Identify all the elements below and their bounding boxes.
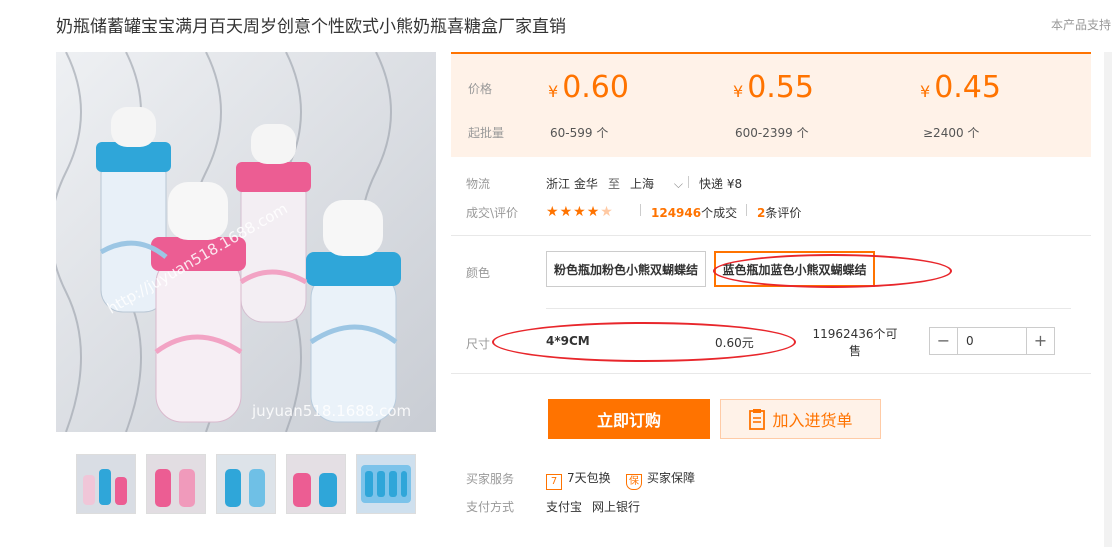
section-divider	[546, 308, 1071, 309]
divider	[688, 176, 689, 188]
currency-symbol: ¥	[733, 82, 744, 101]
clipboard-icon	[749, 409, 766, 430]
color-option-label: 粉色瓶加粉色小熊双蝴蝶结	[553, 262, 698, 277]
star-half-icon: ★	[600, 204, 614, 220]
services-label: 买家服务	[466, 472, 515, 486]
section-divider	[451, 235, 1091, 236]
size-label: 尺寸	[466, 337, 491, 351]
main-product-image[interactable]: http://juyuan518.1688.com juyuan518.1688…	[56, 52, 436, 432]
color-label: 颜色	[466, 266, 491, 280]
product-title: 奶瓶储蓄罐宝宝满月百天周岁创意个性欧式小熊奶瓶喜糖盒厂家直销	[56, 17, 566, 37]
star-icon: ★	[546, 204, 560, 220]
review-count-suffix: 条评价	[765, 206, 802, 220]
ship-to-value: 上海	[630, 177, 655, 191]
price-box: 价格 起批量 ¥0.60 60-599 个 ¥0.55 600-2399 个 ¥…	[451, 54, 1091, 157]
deal-count-suffix: 个成交	[701, 206, 738, 220]
thumbnail-1[interactable]	[76, 454, 136, 514]
price-tier-2: ¥0.55	[733, 70, 814, 105]
plus-button[interactable]: +	[1027, 328, 1054, 354]
payment-method: 网上银行	[592, 500, 641, 514]
product-photo-illustration	[56, 52, 436, 432]
chevron-down-icon: ⌵	[673, 177, 683, 191]
service-item[interactable]: 7 7天包换	[546, 469, 611, 490]
qty-range-1: 60-599 个	[550, 126, 609, 140]
page-scrollbar[interactable]	[1104, 52, 1112, 547]
star-icon: ★	[559, 204, 574, 220]
thumbnail-3[interactable]	[216, 454, 276, 514]
rating-stars: ★★★★★	[546, 201, 614, 220]
currency-symbol: ¥	[548, 82, 559, 101]
thumbnail-image	[77, 455, 135, 513]
star-icon: ★	[586, 204, 601, 220]
quantity-input[interactable]: 0	[957, 328, 1027, 354]
buyer-protection-icon: 保	[626, 474, 642, 490]
currency-symbol: ¥	[920, 82, 931, 101]
service-item[interactable]: 保买家保障	[626, 469, 695, 490]
thumbnail-image	[217, 455, 275, 513]
price-value: 0.60	[562, 70, 629, 105]
thumbnail-5[interactable]	[356, 454, 416, 514]
thumbnail-4[interactable]	[286, 454, 346, 514]
side-note: 本产品支持	[1051, 18, 1112, 32]
review-count[interactable]: 2条评价	[757, 204, 801, 221]
service-label: 买家保障	[647, 471, 696, 485]
thumbnail-2[interactable]	[146, 454, 206, 514]
logistics-label: 物流	[466, 177, 491, 191]
7-day-return-icon: 7	[546, 474, 562, 490]
order-now-button[interactable]: 立即订购	[548, 399, 710, 439]
shipping-method: 快递 ¥8	[699, 177, 743, 191]
service-label: 7天包换	[567, 471, 611, 485]
deals-label: 成交\评价	[466, 206, 519, 220]
divider	[640, 204, 641, 216]
section-divider	[451, 373, 1091, 374]
stock-available: 11962436个可售	[812, 327, 898, 358]
thumbnail-image	[147, 455, 205, 513]
price-tier-1: ¥0.60	[548, 70, 629, 105]
min-qty-label: 起批量	[468, 126, 505, 140]
price-tier-3: ¥0.45	[920, 70, 1001, 105]
quantity-stepper[interactable]: − 0 +	[929, 327, 1055, 355]
ship-to-select[interactable]: 上海 ⌵	[630, 175, 683, 192]
image-watermark-bottom: juyuan518.1688.com	[252, 402, 412, 420]
annotation-ellipse-color	[713, 254, 952, 288]
annotation-ellipse-size	[492, 322, 796, 362]
price-value: 0.45	[934, 70, 1001, 105]
price-label: 价格	[468, 82, 493, 96]
price-value: 0.55	[747, 70, 814, 105]
deal-count[interactable]: 124946个成交	[651, 204, 737, 221]
star-icon: ★	[573, 204, 587, 220]
qty-range-2: 600-2399 个	[735, 126, 809, 140]
ship-to-word: 至	[608, 177, 621, 191]
thumbnail-image	[357, 455, 415, 513]
thumbnail-image	[287, 455, 345, 513]
deal-count-number: 124946	[651, 206, 702, 220]
add-to-cart-label: 加入进货单	[772, 411, 853, 430]
minus-button[interactable]: −	[930, 328, 957, 354]
payment-label: 支付方式	[466, 500, 515, 514]
divider	[746, 204, 747, 216]
qty-range-3: ≥2400 个	[923, 126, 980, 140]
add-to-cart-button[interactable]: 加入进货单	[720, 399, 881, 439]
payment-method: 支付宝	[546, 500, 583, 514]
ship-from: 浙江 金华	[546, 177, 598, 191]
color-option-pink[interactable]: 粉色瓶加粉色小熊双蝴蝶结	[546, 251, 706, 287]
